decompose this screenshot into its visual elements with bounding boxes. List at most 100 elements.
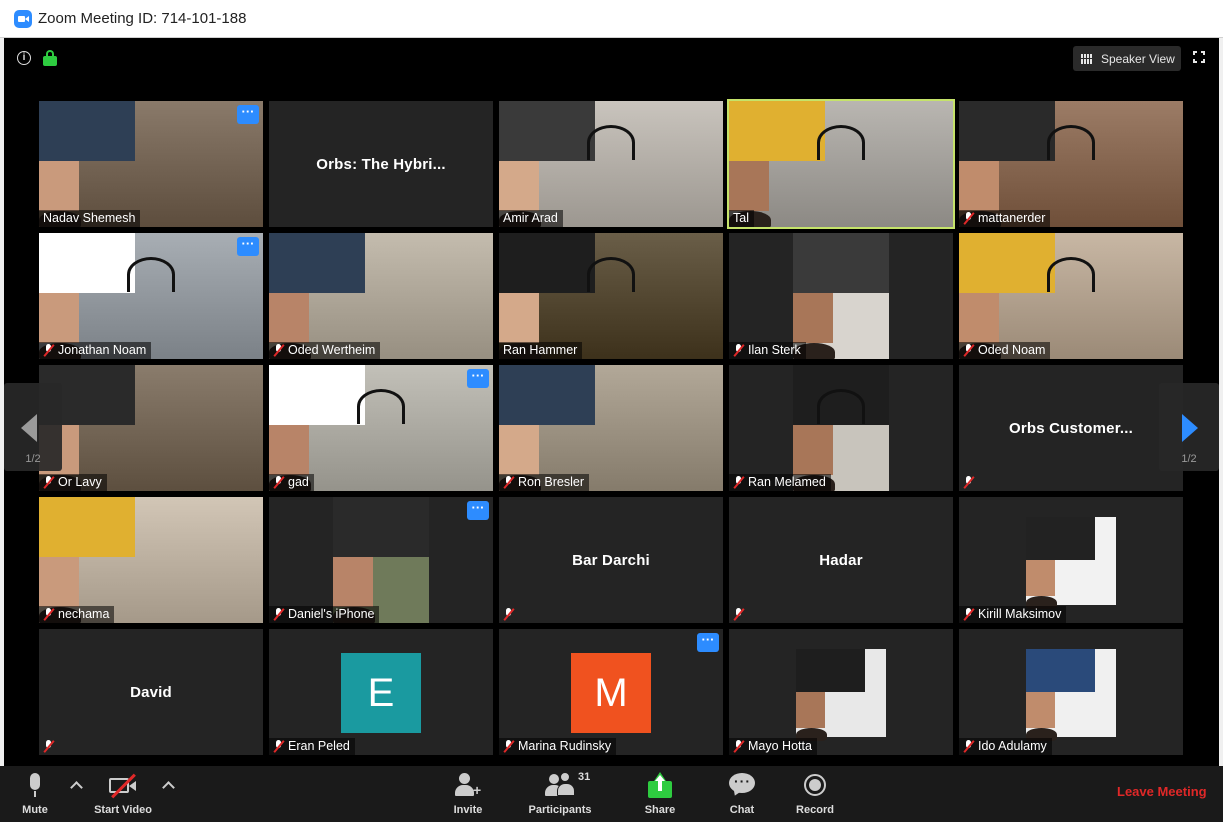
more-options-icon[interactable]: ··· <box>467 501 489 520</box>
mic-muted-icon <box>963 476 975 489</box>
participant-name-label: Oded Wertheim <box>269 342 381 359</box>
participant-video <box>959 101 1183 227</box>
participant-name-label: mattanerder <box>959 210 1051 227</box>
participant-tile[interactable]: Ron Bresler <box>499 365 723 491</box>
participant-tile[interactable]: Jonathan Noam ··· <box>39 233 263 359</box>
more-options-icon[interactable]: ··· <box>467 369 489 388</box>
participant-video <box>499 365 723 491</box>
gallery-grid-icon <box>1081 53 1094 64</box>
mic-muted-icon <box>963 212 975 225</box>
share-label: Share <box>644 804 676 816</box>
participant-tile[interactable]: Ran Hammer <box>499 233 723 359</box>
mic-muted-icon <box>733 740 745 753</box>
page-indicator: 1/2 <box>25 453 41 465</box>
info-icon[interactable]: i <box>17 51 31 65</box>
participant-name: Marina Rudinsky <box>518 739 612 753</box>
video-options-caret-icon[interactable] <box>162 781 175 794</box>
mic-muted-icon <box>43 740 55 753</box>
participant-tile[interactable]: Ido Adulamy <box>959 629 1183 755</box>
participant-name: Daniel's iPhone <box>288 607 375 621</box>
mic-muted-icon <box>43 476 55 489</box>
participant-name: Amir Arad <box>503 211 558 225</box>
mute-button[interactable]: Mute <box>17 766 53 822</box>
participant-name-label: Ran Melamed <box>729 474 831 491</box>
participant-tile[interactable]: Orbs: The Hybri... <box>269 101 493 227</box>
zoom-window: Zoom Meeting ID: 714-101-188 i Speaker V… <box>0 0 1223 822</box>
participant-tile[interactable]: Kirill Maksimov <box>959 497 1183 623</box>
speaker-view-label: Speaker View <box>1101 51 1175 66</box>
encryption-lock-icon[interactable] <box>43 50 57 66</box>
participant-tile[interactable]: Orbs Customer... <box>959 365 1183 491</box>
participants-label: Participants <box>528 804 592 816</box>
start-video-button[interactable]: Start Video <box>92 766 154 822</box>
invite-button[interactable]: + Invite <box>450 766 486 822</box>
participant-tile[interactable]: E Eran Peled <box>269 629 493 755</box>
mic-muted-icon <box>503 608 515 621</box>
mute-label: Mute <box>22 804 48 816</box>
gallery-grid: Nadav Shemesh ··· Orbs: The Hybri... Amir A… <box>39 99 1183 755</box>
participant-tile[interactable]: Oded Wertheim <box>269 233 493 359</box>
start-video-label: Start Video <box>94 804 152 816</box>
participant-tile[interactable]: M Marina Rudinsky ··· <box>499 629 723 755</box>
participant-name: Jonathan Noam <box>58 343 147 357</box>
participant-status <box>39 738 60 755</box>
window-border-right <box>1219 38 1223 822</box>
microphone-icon <box>20 771 50 799</box>
participant-name-label: Or Lavy <box>39 474 107 491</box>
speaker-view-button[interactable]: Speaker View <box>1073 46 1181 71</box>
participant-video <box>39 101 263 227</box>
participant-name-label: Mayo Hotta <box>729 738 817 755</box>
participant-tile[interactable]: David <box>39 629 263 755</box>
participant-video <box>269 497 493 623</box>
chat-button[interactable]: ··· Chat <box>727 766 757 822</box>
participant-display-name: Bar Darchi <box>572 551 650 569</box>
participant-tile[interactable]: nechama <box>39 497 263 623</box>
participant-name-label: Amir Arad <box>499 210 563 227</box>
more-options-icon[interactable]: ··· <box>237 237 259 256</box>
mic-muted-icon <box>273 476 285 489</box>
share-button[interactable]: Share <box>644 766 676 822</box>
page-indicator: 1/2 <box>1181 453 1197 465</box>
participant-name-label: Oded Noam <box>959 342 1051 359</box>
participant-name-label: Eran Peled <box>269 738 355 755</box>
invite-label: Invite <box>453 804 483 816</box>
participant-tile[interactable]: Mayo Hotta <box>729 629 953 755</box>
title-bar: Zoom Meeting ID: 714-101-188 <box>0 0 1223 38</box>
participant-profile-picture <box>1026 517 1116 610</box>
participant-tile[interactable]: gad ··· <box>269 365 493 491</box>
mic-muted-icon <box>963 740 975 753</box>
participant-tile[interactable]: Or Lavy <box>39 365 263 491</box>
participant-tile[interactable]: Oded Noam <box>959 233 1183 359</box>
participant-name: Kirill Maksimov <box>978 607 1062 621</box>
window-title: Zoom Meeting ID: 714-101-188 <box>38 10 247 27</box>
participant-name: Mayo Hotta <box>748 739 812 753</box>
mic-muted-icon <box>273 740 285 753</box>
participant-tile[interactable]: Tal <box>727 99 955 229</box>
fullscreen-icon[interactable] <box>1193 51 1205 63</box>
participant-tile[interactable]: Ilan Sterk <box>729 233 953 359</box>
previous-page-button[interactable]: 1/2 <box>4 383 62 471</box>
participants-icon <box>545 771 575 799</box>
more-options-icon[interactable]: ··· <box>697 633 719 652</box>
participant-tile[interactable]: mattanerder <box>959 101 1183 227</box>
participant-name: mattanerder <box>978 211 1046 225</box>
participant-tile[interactable]: Bar Darchi <box>499 497 723 623</box>
participant-tile[interactable]: Daniel's iPhone ··· <box>269 497 493 623</box>
participant-name: Tal <box>733 211 749 225</box>
leave-meeting-button[interactable]: Leave Meeting <box>1117 784 1207 799</box>
participant-tile[interactable]: Amir Arad <box>499 101 723 227</box>
participant-tile[interactable]: Nadav Shemesh ··· <box>39 101 263 227</box>
participant-name-label: gad <box>269 474 314 491</box>
participant-name: Ran Hammer <box>503 343 578 357</box>
participant-tile[interactable]: Hadar <box>729 497 953 623</box>
more-options-icon[interactable]: ··· <box>237 105 259 124</box>
participant-name-label: Ilan Sterk <box>729 342 806 359</box>
participant-tile[interactable]: Ran Melamed <box>729 365 953 491</box>
next-page-button[interactable]: 1/2 <box>1159 383 1219 471</box>
mic-muted-icon <box>43 608 55 621</box>
mic-muted-icon <box>963 608 975 621</box>
participant-video <box>729 233 953 359</box>
participant-name-label: Ido Adulamy <box>959 738 1052 755</box>
record-button[interactable]: Record <box>796 766 834 822</box>
audio-options-caret-icon[interactable] <box>70 781 83 794</box>
